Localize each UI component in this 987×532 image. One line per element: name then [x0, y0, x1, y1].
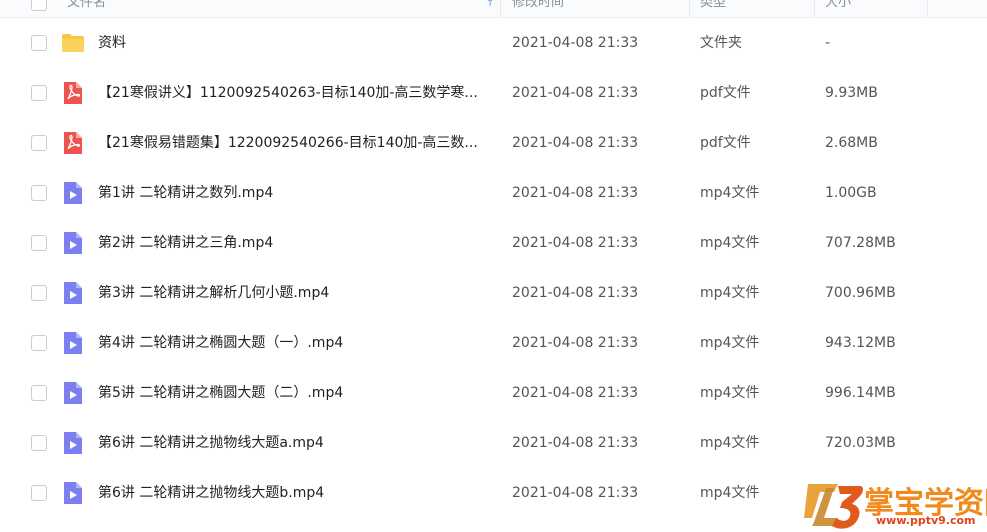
row-checkbox[interactable]: [31, 335, 47, 351]
file-size: 1.00GB: [825, 185, 877, 201]
site-logo-icon: [804, 484, 863, 529]
column-header-name[interactable]: 文件名: [67, 0, 106, 17]
file-row[interactable]: 第2讲 二轮精讲之三角.mp4 2021-04-08 21:33 mp4文件 7…: [0, 218, 987, 268]
file-name[interactable]: 第1讲 二轮精讲之数列.mp4: [98, 183, 498, 203]
file-type: pdf文件: [700, 135, 751, 151]
file-type: mp4文件: [700, 235, 760, 251]
row-checkbox[interactable]: [31, 135, 47, 151]
select-all-checkbox[interactable]: [31, 0, 47, 11]
file-name[interactable]: 第6讲 二轮精讲之抛物线大题a.mp4: [98, 433, 498, 453]
watermark-url: www.pptv9.com: [876, 514, 976, 527]
row-checkbox[interactable]: [31, 285, 47, 301]
row-checkbox[interactable]: [31, 35, 47, 51]
row-checkbox[interactable]: [31, 185, 47, 201]
file-size: 996.14MB: [825, 385, 896, 401]
file-type: mp4文件: [700, 435, 760, 451]
video-icon: [61, 381, 85, 405]
file-modified-date: 2021-04-08 21:33: [512, 185, 639, 201]
folder-icon: [61, 31, 85, 55]
file-size: 707.28MB: [825, 235, 896, 251]
file-modified-date: 2021-04-08 21:33: [512, 285, 639, 301]
file-size: 700.96MB: [825, 285, 896, 301]
row-checkbox[interactable]: [31, 435, 47, 451]
video-icon: [61, 481, 85, 505]
row-checkbox[interactable]: [31, 85, 47, 101]
file-name[interactable]: 第5讲 二轮精讲之椭圆大题（二）.mp4: [98, 383, 498, 403]
file-modified-date: 2021-04-08 21:33: [512, 435, 639, 451]
file-size: 943.12MB: [825, 335, 896, 351]
file-type: mp4文件: [700, 335, 760, 351]
file-modified-date: 2021-04-08 21:33: [512, 485, 639, 501]
file-type: pdf文件: [700, 85, 751, 101]
file-row[interactable]: 第3讲 二轮精讲之解析几何小题.mp4 2021-04-08 21:33 mp4…: [0, 268, 987, 318]
file-row[interactable]: 第5讲 二轮精讲之椭圆大题（二）.mp4 2021-04-08 21:33 mp…: [0, 368, 987, 418]
pdf-icon: [61, 131, 85, 155]
file-name[interactable]: 【21寒假讲义】1120092540263-目标140加-高三数学寒...: [98, 83, 498, 103]
video-icon: [61, 431, 85, 455]
video-icon: [61, 331, 85, 355]
file-type: mp4文件: [700, 185, 760, 201]
row-checkbox[interactable]: [31, 485, 47, 501]
file-name[interactable]: 第2讲 二轮精讲之三角.mp4: [98, 233, 498, 253]
column-divider[interactable]: [500, 0, 501, 17]
column-header-size[interactable]: 大小: [825, 0, 851, 17]
file-modified-date: 2021-04-08 21:33: [512, 235, 639, 251]
file-size: 9.93MB: [825, 85, 878, 101]
file-row[interactable]: 第4讲 二轮精讲之椭圆大题（一）.mp4 2021-04-08 21:33 mp…: [0, 318, 987, 368]
column-divider[interactable]: [689, 0, 690, 17]
file-size: 720.03MB: [825, 435, 896, 451]
file-row[interactable]: 第1讲 二轮精讲之数列.mp4 2021-04-08 21:33 mp4文件 1…: [0, 168, 987, 218]
file-row[interactable]: 第6讲 二轮精讲之抛物线大题a.mp4 2021-04-08 21:33 mp4…: [0, 418, 987, 468]
site-watermark: 掌宝学资网 www.pptv9.com: [804, 478, 987, 532]
row-checkbox[interactable]: [31, 235, 47, 251]
video-icon: [61, 181, 85, 205]
file-name[interactable]: 第6讲 二轮精讲之抛物线大题b.mp4: [98, 483, 498, 503]
sort-arrow-icon[interactable]: ↑: [486, 0, 494, 9]
file-modified-date: 2021-04-08 21:33: [512, 385, 639, 401]
file-name[interactable]: 第3讲 二轮精讲之解析几何小题.mp4: [98, 283, 498, 303]
file-size: 2.68MB: [825, 135, 878, 151]
file-type: mp4文件: [700, 485, 760, 501]
video-icon: [61, 281, 85, 305]
file-type: mp4文件: [700, 385, 760, 401]
file-size: -: [825, 35, 831, 51]
column-header-type[interactable]: 类型: [700, 0, 726, 17]
file-row[interactable]: 【21寒假易错题集】1220092540266-目标140加-高三数... 20…: [0, 118, 987, 168]
column-divider[interactable]: [814, 0, 815, 17]
file-name[interactable]: 资料: [98, 33, 498, 53]
file-modified-date: 2021-04-08 21:33: [512, 335, 639, 351]
file-row[interactable]: 【21寒假讲义】1120092540263-目标140加-高三数学寒... 20…: [0, 68, 987, 118]
column-header-modified[interactable]: 修改时间: [512, 0, 564, 17]
column-divider[interactable]: [927, 0, 928, 17]
file-type: mp4文件: [700, 285, 760, 301]
file-name[interactable]: 【21寒假易错题集】1220092540266-目标140加-高三数...: [98, 133, 498, 153]
pdf-icon: [61, 81, 85, 105]
file-modified-date: 2021-04-08 21:33: [512, 85, 639, 101]
video-icon: [61, 231, 85, 255]
file-row[interactable]: 资料 2021-04-08 21:33 文件夹 -: [0, 18, 987, 68]
row-checkbox[interactable]: [31, 385, 47, 401]
file-name[interactable]: 第4讲 二轮精讲之椭圆大题（一）.mp4: [98, 333, 498, 353]
file-list-header: 文件名 ↑ 修改时间 类型 大小: [0, 0, 987, 18]
file-modified-date: 2021-04-08 21:33: [512, 35, 639, 51]
file-type: 文件夹: [700, 35, 742, 51]
file-modified-date: 2021-04-08 21:33: [512, 135, 639, 151]
